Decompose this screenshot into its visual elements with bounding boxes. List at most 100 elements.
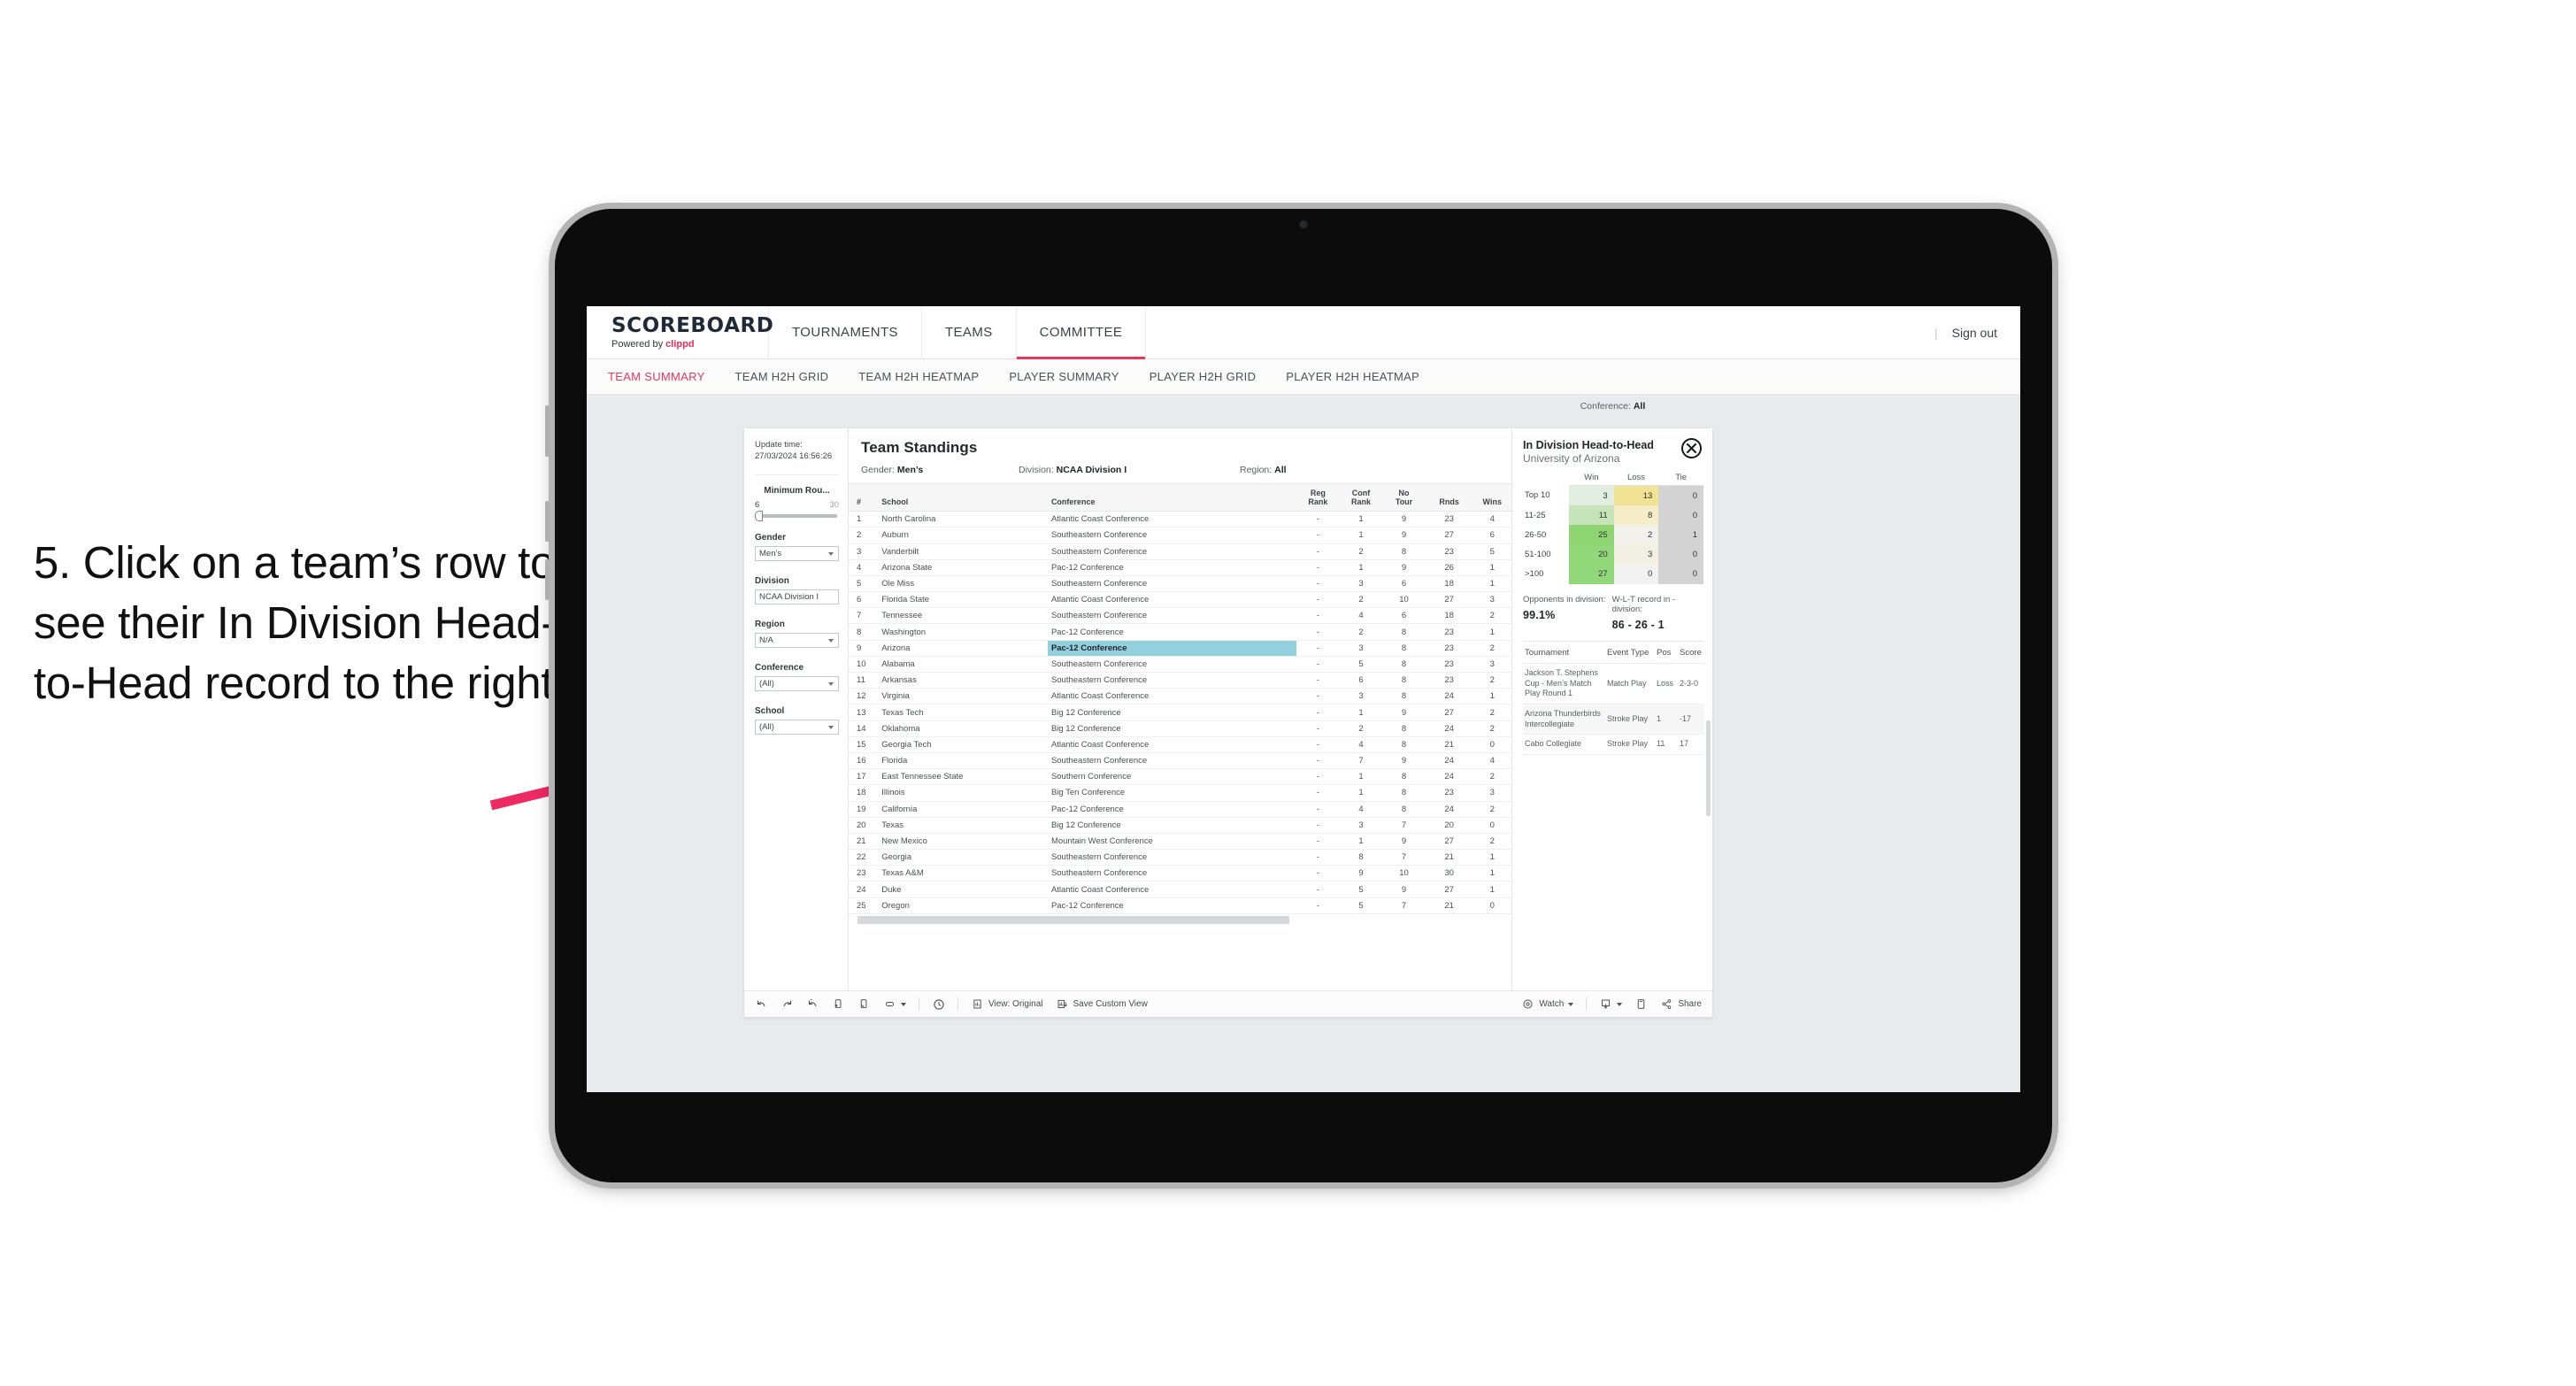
cell-reg-rank: - [1296, 817, 1340, 834]
table-row[interactable]: 13 Texas Tech Big 12 Conference -1 9 27 2 [849, 704, 1511, 721]
table-row[interactable]: 21 New Mexico Mountain West Conference -1 9 2… [849, 833, 1511, 851]
cell-conf-rank: 5 [1339, 897, 1383, 914]
tournament-thead: Tournament Event Type Pos Score [1523, 641, 1704, 664]
subnav-team-h2h-grid[interactable]: TEAM H2H GRID [735, 370, 829, 383]
cell-conf-rank: 2 [1339, 720, 1383, 737]
subnav-player-summary[interactable]: PLAYER SUMMARY [1009, 370, 1119, 383]
share-button[interactable]: Share [1660, 997, 1702, 1011]
cell-rnds: 27 [1425, 527, 1473, 544]
pause-updates-icon[interactable] [857, 997, 871, 1011]
cell-rnds: 24 [1425, 720, 1473, 737]
table-row[interactable]: 6 Florida State Atlantic Coast Conference -… [849, 591, 1511, 609]
h2h-cell: 0 [1658, 485, 1703, 506]
tournament-row[interactable]: Arizona Thunderbirds Intercollegiate Stro… [1523, 704, 1704, 735]
table-row[interactable]: 19 California Pac-12 Conference -4 8 24 2 [849, 801, 1511, 818]
table-row[interactable]: 16 Florida Southeastern Conference -7 9 24 4 [849, 752, 1511, 770]
cell-conf-rank: 3 [1339, 640, 1383, 657]
table-row[interactable]: 20 Texas Big 12 Conference -3 7 20 0 [849, 817, 1511, 834]
col-conf-rank[interactable]: Conf Rank [1339, 484, 1383, 512]
cell-school: Texas [878, 817, 1048, 834]
conference-filter-select[interactable]: (All) [755, 676, 839, 692]
table-row[interactable]: 17 East Tennessee State Southern Conferenc… [849, 768, 1511, 786]
gender-filter-select[interactable]: Men’s [755, 546, 839, 562]
cell-conf-rank: 8 [1339, 849, 1383, 866]
col-wins[interactable]: Wins [1473, 484, 1511, 512]
cell-wins: 2 [1473, 720, 1511, 737]
table-row[interactable]: 24 Duke Atlantic Coast Conference -5 9 27 1 [849, 881, 1511, 898]
cell-conf-rank: 1 [1339, 559, 1383, 576]
topnav-committee[interactable]: COMMITTEE [1016, 306, 1147, 359]
col-rnds[interactable]: Rnds [1425, 484, 1473, 512]
minimum-rounds-slider[interactable] [755, 511, 837, 522]
table-row[interactable]: 8 Washington Pac-12 Conference -2 8 23 1 [849, 623, 1511, 641]
topnav-teams[interactable]: TEAMS [922, 306, 1017, 358]
table-row[interactable]: 1 North Carolina Atlantic Coast Conference… [849, 511, 1511, 528]
cell-no-tour: 9 [1382, 752, 1426, 770]
table-row[interactable]: 14 Oklahoma Big 12 Conference -2 8 24 2 [849, 720, 1511, 737]
refresh-data-icon[interactable] [832, 997, 845, 1011]
col-school[interactable]: School [878, 484, 1048, 512]
table-row[interactable]: 22 Georgia Southeastern Conference -8 7 21 1 [849, 849, 1511, 866]
tournament-row[interactable]: Cabo Collegiate Stroke Play 11 17 [1523, 734, 1704, 756]
cell-rank: 22 [849, 849, 879, 866]
table-row[interactable]: 2 Auburn Southeastern Conference -1 9 27 6 [849, 527, 1511, 544]
table-row[interactable]: 9 Arizona Pac-12 Conference -3 8 23 2 [849, 640, 1511, 657]
table-row[interactable]: 25 Oregon Pac-12 Conference -5 7 21 0 [849, 897, 1511, 914]
close-icon[interactable] [1681, 438, 1702, 458]
power-button[interactable] [545, 405, 550, 457]
col-rank[interactable]: # [849, 484, 879, 512]
table-row[interactable]: 7 Tennessee Southeastern Conference -4 6 18 2 [849, 607, 1511, 625]
subnav-team-h2h-heatmap[interactable]: TEAM H2H HEATMAP [858, 370, 979, 383]
region-filter-select[interactable]: N/A [755, 633, 839, 649]
h2h-cell: 0 [1658, 544, 1703, 565]
cell-school: Oregon [878, 897, 1048, 914]
topnav-tournaments[interactable]: TOURNAMENTS [769, 306, 922, 358]
undo-icon[interactable] [755, 997, 768, 1011]
volume-button-down[interactable] [545, 559, 550, 600]
chevron-down-icon [901, 1002, 906, 1006]
cell-conference: Atlantic Coast Conference [1047, 591, 1297, 609]
subnav-player-h2h-heatmap[interactable]: PLAYER H2H HEATMAP [1286, 370, 1419, 383]
subnav-player-h2h-grid[interactable]: PLAYER H2H GRID [1150, 370, 1257, 383]
cell-reg-rank: - [1296, 591, 1340, 609]
filter-divider [755, 474, 839, 476]
table-row[interactable]: 10 Alabama Southeastern Conference -5 8 23 3 [849, 656, 1511, 674]
tournament-score: -17 [1678, 704, 1704, 735]
horizontal-scrollbar-thumb[interactable] [857, 915, 1290, 924]
download-dropdown[interactable] [1599, 997, 1623, 1011]
division-filter-select[interactable]: NCAA Division I [755, 589, 839, 605]
col-conference[interactable]: Conference [1047, 484, 1297, 512]
cell-wins: 1 [1473, 559, 1511, 576]
sign-out-link[interactable]: Sign out [1952, 326, 1997, 340]
pace-icon[interactable] [932, 997, 945, 1011]
cell-no-tour: 10 [1382, 591, 1426, 609]
col-no-tour[interactable]: No Tour [1382, 484, 1426, 512]
cell-reg-rank: - [1296, 543, 1340, 560]
slider-handle[interactable] [755, 511, 763, 522]
cell-reg-rank: - [1296, 881, 1340, 898]
table-row[interactable]: 3 Vanderbilt Southeastern Conference -2 8 23 5 [849, 543, 1511, 560]
school-filter-select[interactable]: (All) [755, 720, 839, 735]
table-row[interactable]: 18 Illinois Big Ten Conference -1 8 23 3 [849, 784, 1511, 802]
table-row[interactable]: 5 Ole Miss Southeastern Conference -3 6 18 1 [849, 575, 1511, 593]
subnav-team-summary[interactable]: TEAM SUMMARY [608, 370, 705, 383]
table-row[interactable]: 4 Arizona State Pac-12 Conference -1 9 26 1 [849, 559, 1511, 576]
save-custom-view-button[interactable]: Save Custom View [1056, 997, 1148, 1011]
detail-vertical-scrollbar[interactable] [1706, 720, 1711, 816]
redo-icon[interactable] [780, 997, 794, 1011]
table-row[interactable]: 23 Texas A&M Southeastern Conference -9 10 30… [849, 865, 1511, 882]
view-original-button[interactable]: View: Original [971, 997, 1043, 1011]
shape-dropdown[interactable] [883, 997, 906, 1011]
volume-button-up[interactable] [545, 501, 550, 542]
tournament-row[interactable]: Jackson T. Stephens Cup - Men’s Match Pl… [1523, 663, 1704, 705]
watch-dropdown[interactable]: Watch [1521, 997, 1574, 1011]
table-row[interactable]: 11 Arkansas Southeastern Conference -6 8 23 2 [849, 672, 1511, 689]
table-row[interactable]: 15 Georgia Tech Atlantic Coast Conference -… [849, 736, 1511, 753]
horizontal-scrollbar[interactable] [849, 913, 1511, 926]
table-row[interactable]: 12 Virginia Atlantic Coast Conference -3 8 24… [849, 688, 1511, 705]
cell-conf-rank: 1 [1339, 833, 1383, 851]
col-reg-rank[interactable]: Reg Rank [1296, 484, 1340, 512]
revert-icon[interactable] [806, 997, 819, 1011]
device-layout-icon[interactable] [1634, 997, 1648, 1011]
brand-logo[interactable]: SCOREBOARD Powered by clippd [587, 306, 773, 358]
